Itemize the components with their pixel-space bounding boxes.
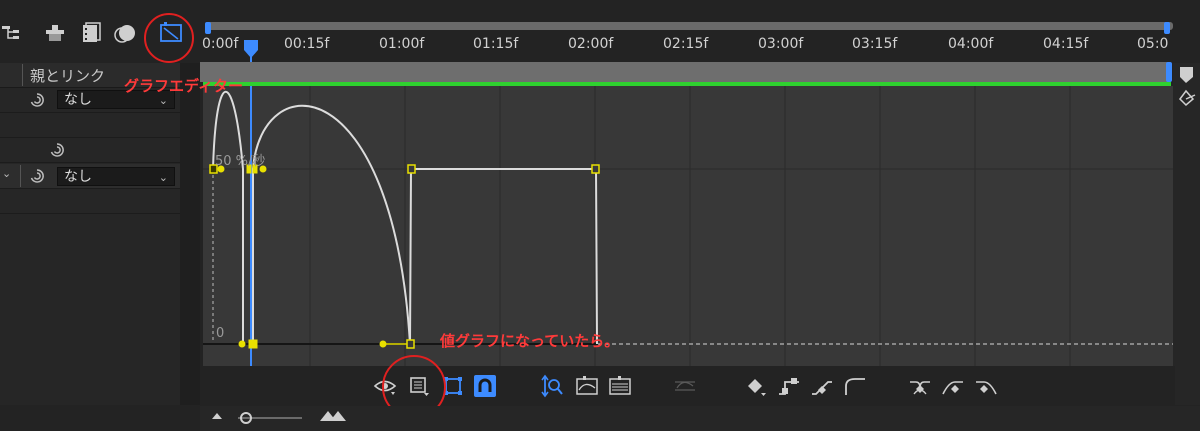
zoom-slider[interactable] (238, 410, 304, 426)
tick-label: 04:15f (1043, 36, 1089, 52)
chevron-down-icon[interactable]: ⌄ (2, 167, 11, 180)
graph-editor-area[interactable]: 50 %/秒 0 (203, 86, 1173, 366)
keyframe-interpolation-icon[interactable] (745, 374, 769, 398)
easy-ease-out-icon[interactable] (974, 374, 998, 398)
layer-row (0, 138, 180, 163)
flowchart-icon[interactable] (0, 20, 26, 46)
zoom-in-icon[interactable] (318, 409, 348, 425)
draft-3d-icon[interactable] (42, 20, 68, 46)
current-time-indicator[interactable] (243, 38, 259, 62)
snap-icon[interactable] (473, 374, 497, 398)
auto-zoom-height-icon[interactable] (540, 374, 564, 398)
panel-divider[interactable] (180, 63, 200, 405)
tick-label: 02:15f (663, 36, 709, 52)
pick-whip-icon[interactable] (48, 141, 66, 163)
parent-link-column-header: 親とリンク (30, 67, 106, 85)
linear-icon[interactable] (810, 374, 834, 398)
work-area-bar[interactable] (200, 62, 1175, 86)
tick-label: 01:15f (473, 36, 519, 52)
graph-editor-highlight-circle (144, 13, 194, 63)
parent-dropdown-value: なし (64, 169, 92, 185)
fit-selection-icon[interactable] (575, 374, 599, 398)
layer-row (0, 113, 180, 138)
graph-value-label: 50 %/秒 (215, 154, 266, 169)
pick-whip-icon[interactable] (28, 167, 46, 189)
tick-label: 03:15f (852, 36, 898, 52)
separate-dimensions-icon[interactable] (673, 374, 697, 398)
tick-label: 04:00f (948, 36, 994, 52)
easy-ease-icon[interactable] (908, 374, 932, 398)
chevron-down-icon: ⌄ (158, 171, 168, 184)
frame-blending-icon[interactable] (78, 20, 104, 46)
graph-editor-toolbar (200, 366, 1175, 406)
layer-row (0, 189, 180, 214)
auto-bezier-icon[interactable] (843, 374, 867, 398)
tick-label: 05:0 (1137, 36, 1169, 52)
hold-icon[interactable] (777, 374, 801, 398)
tick-label: 01:00f (379, 36, 425, 52)
parent-dropdown[interactable]: なし ⌄ (57, 167, 175, 186)
graph-zero-label: 0 (216, 326, 225, 341)
motion-blur-icon[interactable] (112, 20, 138, 46)
tick-label: 03:00f (758, 36, 804, 52)
fit-all-icon[interactable] (608, 374, 632, 398)
zoom-strip (200, 406, 1200, 431)
graph-side-strip (1173, 63, 1200, 405)
tick-label: 02:00f (568, 36, 614, 52)
zoom-out-icon[interactable] (210, 409, 226, 425)
tick-label: 0:00f (202, 36, 239, 52)
value-graph-annotation: 値グラフになっていたら。 (440, 332, 620, 350)
pick-whip-icon[interactable] (28, 91, 46, 113)
time-ruler[interactable]: 0:00f 00:15f 01:00f 01:15f 02:00f 02:15f… (200, 22, 1175, 62)
layer-row: ⌄ なし ⌄ (0, 164, 180, 189)
easy-ease-in-icon[interactable] (941, 374, 965, 398)
tick-label: 00:15f (284, 36, 330, 52)
graph-editor-annotation: グラフエディター (124, 77, 243, 95)
parent-dropdown-value: なし (64, 92, 92, 108)
